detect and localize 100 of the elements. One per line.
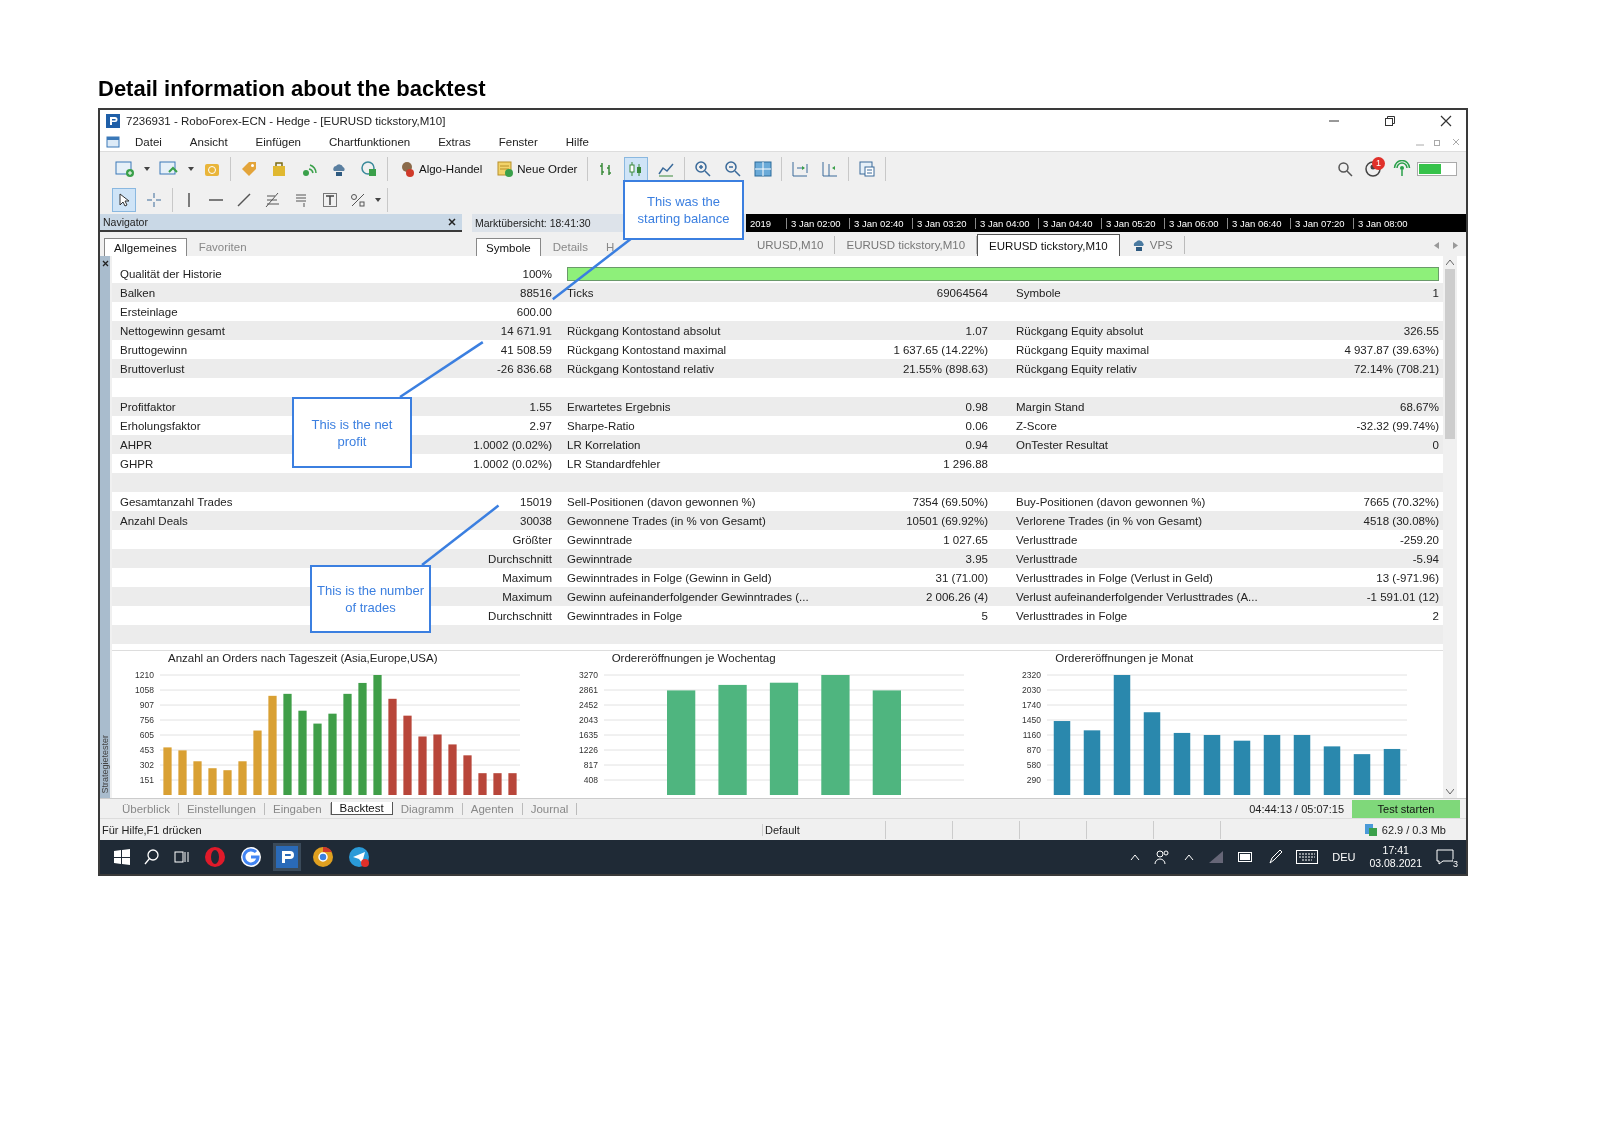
task-view-icon[interactable] bbox=[174, 849, 190, 865]
bar bbox=[178, 750, 187, 795]
status-text: Default bbox=[762, 823, 885, 836]
chevron-up-icon[interactable] bbox=[1130, 853, 1141, 861]
callout-box: This was the starting balance bbox=[623, 180, 744, 240]
scrollbar[interactable] bbox=[1443, 256, 1457, 798]
close-icon[interactable] bbox=[1440, 115, 1452, 127]
zoom-in-icon[interactable] bbox=[694, 160, 713, 178]
dropdown-caret-icon[interactable] bbox=[375, 198, 381, 202]
new-order-button[interactable]: Neue Order bbox=[492, 157, 582, 181]
panel-tab[interactable]: Allgemeines bbox=[104, 238, 187, 256]
template-icon[interactable] bbox=[858, 160, 877, 178]
bar bbox=[1234, 740, 1251, 795]
tick-label: 1058 bbox=[135, 685, 154, 696]
bar bbox=[313, 723, 322, 795]
zoom-out-icon[interactable] bbox=[724, 160, 743, 178]
tick-label: 817 bbox=[583, 760, 598, 770]
stat-value: 1 bbox=[1432, 286, 1439, 299]
pen-icon[interactable] bbox=[1268, 849, 1283, 865]
dropdown-caret-icon[interactable] bbox=[144, 167, 150, 171]
stat-value: 0 bbox=[1432, 438, 1439, 451]
clock-time[interactable]: 17:41 bbox=[1382, 844, 1409, 857]
menu-item[interactable]: Einfügen bbox=[242, 135, 314, 148]
stat-value: 5 bbox=[981, 609, 988, 622]
colored-ring-icon[interactable] bbox=[240, 846, 262, 868]
menu-item[interactable]: Hilfe bbox=[552, 135, 602, 148]
bar bbox=[418, 736, 427, 795]
chevron-up-icon[interactable] bbox=[1184, 853, 1195, 861]
stat-value: 14 671.91 bbox=[500, 324, 552, 337]
windows-logo-icon[interactable] bbox=[114, 849, 130, 865]
dropdown-caret-icon[interactable] bbox=[188, 167, 194, 171]
stat-value: 0.06 bbox=[965, 419, 988, 432]
panel-tab[interactable]: Symbole bbox=[476, 238, 541, 256]
menu-item[interactable]: Extras bbox=[425, 135, 484, 148]
bag-icon[interactable] bbox=[270, 160, 288, 178]
stat-label: Ticks bbox=[567, 286, 594, 299]
callout-box: This is the net profit bbox=[292, 397, 412, 468]
stat-label: Gewinntrades in Folge bbox=[567, 609, 683, 622]
ring-icon[interactable] bbox=[204, 846, 226, 868]
stat-value: 41 508.59 bbox=[500, 343, 552, 356]
menu-item[interactable]: Fenster bbox=[485, 135, 551, 148]
time-label: 3 Jan 05:20 bbox=[1101, 217, 1164, 229]
scroll-right-icon[interactable] bbox=[1453, 241, 1458, 249]
menu-item[interactable]: Chartfunktionen bbox=[316, 135, 424, 148]
people-icon[interactable] bbox=[1154, 849, 1171, 865]
language-indicator[interactable]: DEU bbox=[1332, 851, 1356, 863]
search-icon[interactable] bbox=[144, 849, 160, 865]
menu-item[interactable]: Ansicht bbox=[176, 135, 241, 148]
stat-label: Rückgang Equity maximal bbox=[1016, 343, 1149, 356]
tick-label: 1160 bbox=[1023, 730, 1042, 740]
tick-label: 580 bbox=[1027, 760, 1042, 770]
speech-bubble-icon[interactable] bbox=[1436, 849, 1454, 865]
bar bbox=[253, 730, 262, 795]
clock-date[interactable]: 03.08.2021 bbox=[1369, 857, 1422, 870]
fibonacci-icon[interactable] bbox=[264, 191, 282, 209]
trend-line-icon[interactable] bbox=[236, 192, 252, 208]
close-icon[interactable] bbox=[101, 260, 109, 267]
shapes-icon[interactable] bbox=[350, 192, 366, 208]
chart-tab[interactable]: URUSD,M10 bbox=[746, 236, 836, 254]
stat-label: Buy-Positionen (davon gewonnen %) bbox=[1016, 495, 1206, 508]
restore-icon[interactable] bbox=[1384, 115, 1396, 127]
connection-bar-icon bbox=[1417, 162, 1457, 176]
round-logo-icon[interactable] bbox=[312, 846, 334, 868]
close-icon[interactable] bbox=[448, 218, 456, 226]
panel-title: Marktübersicht: 18:41:30 bbox=[475, 217, 591, 229]
chart-title: Ordereröffnungen je Monat bbox=[1055, 651, 1194, 665]
wifi-icon[interactable] bbox=[1208, 850, 1225, 864]
stat-label: Rückgang Equity relativ bbox=[1016, 362, 1137, 375]
chart-tab[interactable]: EURUSD tickstory,M10 bbox=[977, 234, 1120, 256]
algo-trading-button[interactable]: Algo-Handel bbox=[394, 157, 487, 181]
panel-title: Strategietester bbox=[100, 735, 110, 794]
scroll-up-icon[interactable] bbox=[1446, 260, 1454, 265]
stat-value: 1.0002 (0.02%) bbox=[473, 457, 552, 470]
chart-tab[interactable]: VPS bbox=[1119, 236, 1185, 254]
stat-value: 1.0002 (0.02%) bbox=[473, 438, 552, 451]
paper-plane-icon[interactable] bbox=[348, 846, 370, 868]
bar bbox=[508, 773, 517, 795]
tester-tab[interactable]: Backtest bbox=[330, 802, 393, 815]
stat-value: 3.95 bbox=[965, 552, 988, 565]
stat-label: LR Korrelation bbox=[567, 438, 641, 451]
app-logo-icon[interactable] bbox=[276, 846, 298, 868]
text-tool-icon[interactable] bbox=[322, 192, 338, 208]
menu-item[interactable]: Datei bbox=[122, 135, 175, 148]
notification-badge: 1 bbox=[1372, 157, 1385, 170]
stat-value: Durchschnitt bbox=[488, 552, 552, 565]
battery-icon[interactable] bbox=[1238, 852, 1255, 862]
stat-label: Profitfaktor bbox=[120, 400, 176, 413]
tile-windows-icon[interactable] bbox=[754, 160, 773, 178]
keyboard-icon[interactable] bbox=[1296, 850, 1319, 864]
signal-icon[interactable] bbox=[1393, 160, 1411, 178]
scrollbar-thumb[interactable] bbox=[1445, 269, 1455, 439]
cursor-button[interactable] bbox=[112, 188, 136, 212]
scroll-left-icon[interactable] bbox=[1434, 241, 1439, 249]
stat-value: 88516 bbox=[520, 286, 552, 299]
start-test-button[interactable]: Test starten bbox=[1352, 799, 1460, 818]
search-icon[interactable] bbox=[1337, 161, 1353, 177]
window-plus-icon[interactable] bbox=[115, 160, 135, 178]
scroll-down-icon[interactable] bbox=[1446, 789, 1454, 794]
stat-value: 0.98 bbox=[965, 400, 988, 413]
candlestick-button[interactable] bbox=[624, 157, 649, 181]
